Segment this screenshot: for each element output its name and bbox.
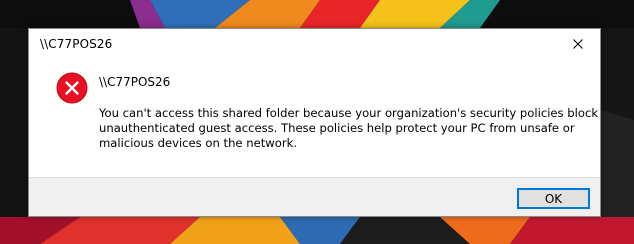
ok-button[interactable]: OK: [517, 188, 590, 209]
dialog-heading: \\C77POS26: [99, 75, 171, 89]
title-bar: \\C77POS26: [29, 29, 600, 58]
error-icon: [56, 72, 88, 104]
dialog-message: You can't access this shared folder beca…: [99, 106, 599, 150]
window-title: \\C77POS26: [40, 37, 113, 51]
close-icon: [573, 38, 583, 49]
dialog-footer: OK: [29, 177, 600, 216]
dialog-content: \\C77POS26 You can't access this shared …: [29, 58, 600, 178]
close-button[interactable]: [556, 29, 600, 58]
message-dialog: \\C77POS26 \\C77POS26 You can't access t…: [28, 28, 601, 217]
